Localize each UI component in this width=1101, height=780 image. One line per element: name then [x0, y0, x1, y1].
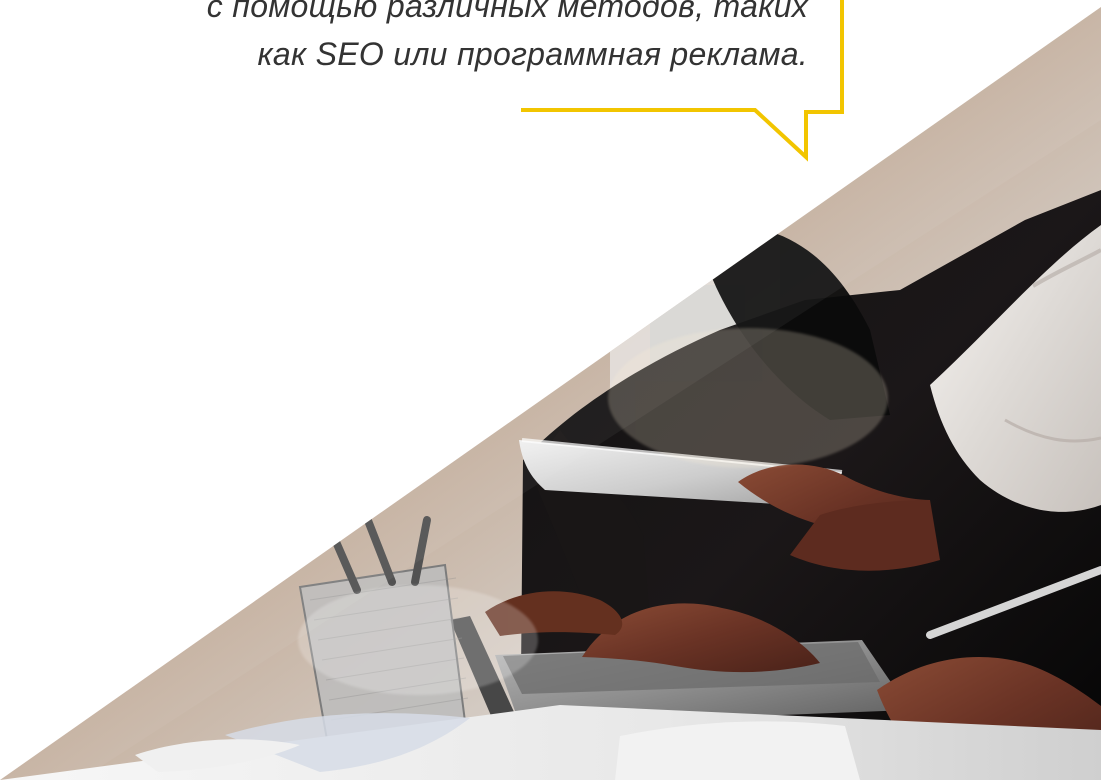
page: с помощью различных методов, таких как S…: [0, 0, 1101, 780]
office-team-photo: [0, 7, 1101, 780]
quote-line: с помощью различных методов, таких: [206, 0, 808, 24]
quote-line: как SEO или программная реклама.: [257, 36, 808, 72]
quote-text: с помощью различных методов, таких как S…: [80, 0, 808, 78]
